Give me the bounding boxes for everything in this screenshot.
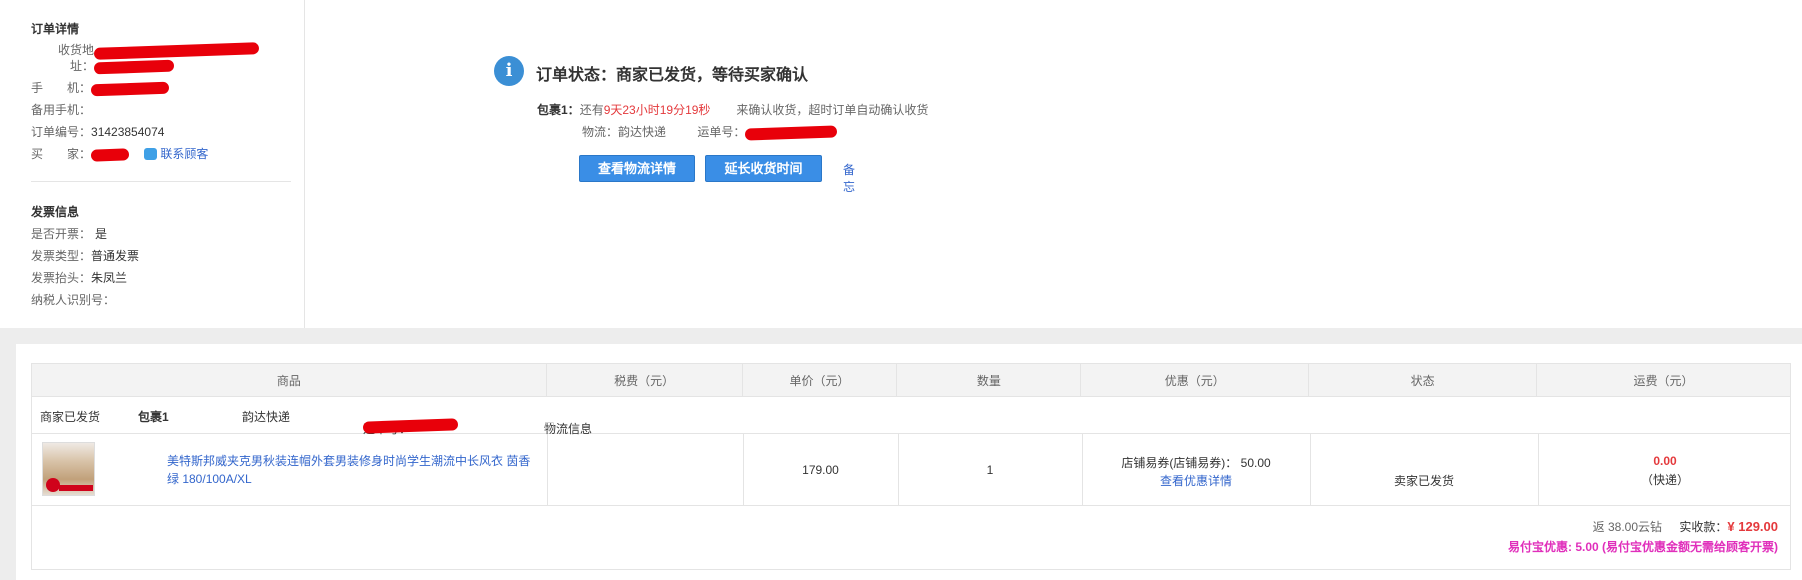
buyer-label: 买 家： [31, 147, 92, 161]
extend-receipt-button[interactable]: 延长收货时间 [705, 155, 822, 182]
product-name-link[interactable]: 美特斯邦威夹克男秋装连帽外套男装修身时尚学生潮流中长风衣 茵香绿 180/100… [167, 452, 542, 488]
order-info-sidebar: 订单详情 收货地 址： 手 机： 备用手机： 订单编号：31423854074 … [16, 0, 305, 328]
quantity: 1 [986, 463, 994, 477]
order-top-panel: 订单详情 收货地 址： 手 机： 备用手机： 订单编号：31423854074 … [0, 0, 1802, 328]
discount-text: 店铺易券(店铺易券)： 50.00 [1121, 456, 1271, 470]
address-row-2: 址： [70, 57, 175, 75]
order-detail-title: 订单详情 [31, 22, 80, 36]
yifubao-discount: 易付宝优惠: 5.00 (易付宝优惠金额无需给顾客开票) [1507, 540, 1778, 554]
table-row: 美特斯邦威夹克男秋装连帽外套男装修身时尚学生潮流中长风衣 茵香绿 180/100… [31, 434, 1791, 506]
address-label-2: 址： [70, 59, 95, 73]
rebate-text: 返 38.00云钻 [1592, 520, 1663, 534]
address-row: 收货地 [58, 41, 260, 60]
order-goods-panel: 商品 税费（元） 单价（元） 数量 优惠（元） 状态 运费（元） 商家已发货 包… [16, 344, 1802, 580]
thumbnail-badge [46, 478, 60, 492]
invoice-header-row: 发票抬头：朱凤兰 [31, 269, 127, 286]
col-quantity: 数量 [896, 363, 1082, 397]
taxid-row: 纳税人识别号： [31, 291, 115, 308]
order-number-value: 31423854074 [91, 125, 165, 139]
col-divider [1538, 434, 1539, 506]
order-number-label: 订单编号： [31, 125, 92, 139]
paid-label: 实收款： [1679, 520, 1728, 534]
col-tax: 税费（元） [545, 363, 743, 397]
shipping-method: （快递） [1640, 473, 1689, 487]
goods-table-header: 商品 税费（元） 单价（元） 数量 优惠（元） 状态 运费（元） [31, 363, 1791, 397]
phone-redaction [90, 81, 170, 97]
remaining-time: 9天23小时19分19秒 [603, 103, 711, 117]
col-unit-price: 单价（元） [741, 363, 898, 397]
logistics-line: 物流：韵达快递 运单号： [582, 123, 838, 141]
logistics-value: 韵达快递 [618, 125, 667, 139]
invoice-issue-row: 是否开票：是 [31, 225, 107, 242]
col-divider [1310, 434, 1311, 506]
buyer-redaction [90, 148, 130, 162]
info-icon: i [494, 56, 524, 86]
contact-customer-link[interactable]: 联系顾客 [144, 147, 208, 161]
unit-price: 179.00 [802, 463, 839, 477]
package-row: 商家已发货 包裹1 韵达快递 运单号： 物流信息 ☑ [31, 396, 1791, 436]
contact-customer-label: 联系顾客 [160, 147, 209, 161]
col-status: 状态 [1308, 363, 1538, 397]
order-status-title: 订单状态：商家已发货，等待买家确认 [536, 67, 809, 84]
col-discount: 优惠（元） [1080, 363, 1310, 397]
invoice-type-label: 发票类型： [31, 249, 92, 263]
remaining-prefix: 还有 [579, 103, 604, 117]
address-redaction-2 [93, 59, 175, 75]
chat-icon [144, 148, 158, 160]
remaining-suffix: 来确认收货，超时订单自动确认收货 [736, 103, 929, 117]
invoice-title: 发票信息 [31, 205, 80, 219]
invoice-issue-value: 是 [95, 227, 108, 241]
shipping-fee: 0.00 [1653, 454, 1677, 468]
backup-phone-row: 备用手机： [31, 101, 91, 118]
package-status: 商家已发货 [40, 410, 101, 424]
memo-link[interactable]: 备忘 [843, 161, 855, 195]
package-label: 包裹1： [537, 103, 580, 117]
invoice-type-value: 普通发票 [91, 249, 140, 263]
invoice-header-label: 发票抬头： [31, 271, 92, 285]
external-link-icon: ☑ [544, 420, 555, 434]
buyer-row: 买 家： 联系顾客 [31, 145, 208, 162]
summary-paid-line: 返 38.00云钻 实收款：¥ 129.00 [1593, 518, 1778, 535]
package-countdown-line: 包裹1：还有9天23小时19分19秒 来确认收货，超时订单自动确认收货 [537, 101, 928, 118]
taxid-label: 纳税人识别号： [31, 293, 116, 307]
waybill-label: 运单号： [697, 125, 746, 139]
address-label: 收货地 [58, 43, 95, 57]
discount-detail-link[interactable]: 查看优惠详情 [1082, 472, 1310, 489]
phone-row: 手 机： [31, 79, 170, 97]
col-divider [547, 434, 548, 506]
item-status: 卖家已发货 [1393, 474, 1454, 488]
invoice-issue-label: 是否开票： [31, 227, 92, 241]
thumbnail-bar [59, 485, 93, 491]
col-goods: 商品 [31, 363, 547, 397]
backup-phone-label: 备用手机： [31, 103, 92, 117]
logistics-label: 物流： [582, 125, 619, 139]
order-summary: 返 38.00云钻 实收款：¥ 129.00 易付宝优惠: 5.00 (易付宝优… [31, 506, 1791, 570]
view-logistics-button[interactable]: 查看物流详情 [579, 155, 695, 182]
sidebar-divider [31, 181, 291, 182]
product-thumbnail[interactable] [42, 442, 95, 496]
paid-value: ¥ 129.00 [1727, 519, 1778, 534]
order-number-row: 订单编号：31423854074 [31, 123, 164, 140]
package-courier: 韵达快递 [242, 410, 291, 424]
package-waybill-redaction [362, 418, 459, 434]
phone-label: 手 机： [31, 81, 92, 95]
col-shipping: 运费（元） [1536, 363, 1791, 397]
invoice-type-row: 发票类型：普通发票 [31, 247, 139, 264]
package-name: 包裹1 [138, 410, 169, 424]
invoice-header-value: 朱凤兰 [91, 271, 128, 285]
waybill-redaction [745, 125, 838, 141]
